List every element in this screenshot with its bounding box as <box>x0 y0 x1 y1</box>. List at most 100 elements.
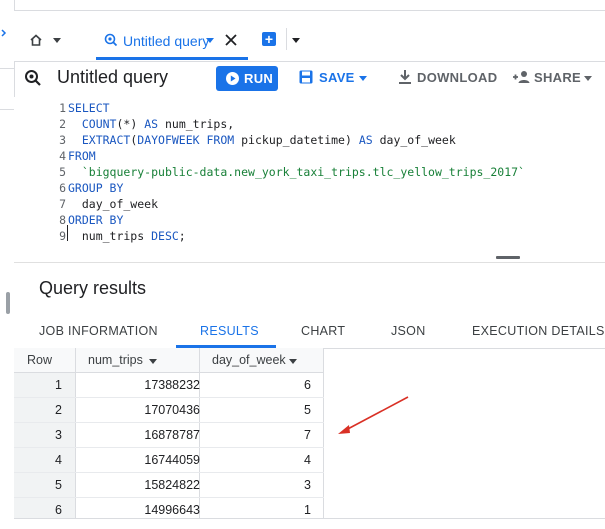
sql-keyword: DESC <box>151 229 179 243</box>
more-tabs-caret-icon[interactable] <box>292 38 300 43</box>
line-number: 8 <box>59 213 66 227</box>
share-dropdown-caret-icon[interactable] <box>584 76 592 81</box>
code-text: `bigquery-public-data.new_york_taxi_trip… <box>68 164 525 180</box>
row-number-cell: 6 <box>55 503 62 517</box>
query-tab-label: Untitled query <box>123 33 210 49</box>
tab-results[interactable]: RESULTS <box>200 324 259 338</box>
num-trips-cell: 14996643 <box>144 503 200 517</box>
row-number-cell: 4 <box>55 453 62 467</box>
code-line[interactable]: 4 FROM <box>14 148 605 164</box>
tab-bar-separator <box>286 28 287 50</box>
sql-keyword: DAYOFWEEK FROM <box>137 133 235 147</box>
tab-chart[interactable]: CHART <box>301 324 345 338</box>
line-number: 2 <box>59 117 66 131</box>
code-line[interactable]: 5 `bigquery-public-data.new_york_taxi_tr… <box>14 164 605 180</box>
tab-execution-details[interactable]: EXECUTION DETAILS <box>472 324 605 338</box>
table-row[interactable]: 5 15824822 3 <box>14 472 324 498</box>
code-line[interactable]: 7 day_of_week <box>14 196 605 212</box>
results-title: Query results <box>39 278 147 298</box>
sql-editor[interactable]: 1 SELECT 2 COUNT(*) AS num_trips, 3 EXTRACT… <box>14 97 605 262</box>
close-icon[interactable] <box>224 33 238 47</box>
home-dropdown-caret-icon[interactable] <box>53 38 61 43</box>
code-text: EXTRACT(DAYOFWEEK FROM pickup_datetime) … <box>68 132 456 148</box>
line-number: 6 <box>59 181 66 195</box>
editor-resize-handle[interactable] <box>496 256 520 259</box>
code-line[interactable]: 3 EXTRACT(DAYOFWEEK FROM pickup_datetime… <box>14 132 605 148</box>
row-number-cell: 5 <box>55 478 62 492</box>
save-label: SAVE <box>319 70 355 85</box>
code-line[interactable]: 8 ORDER BY <box>14 212 605 228</box>
download-label: DOWNLOAD <box>417 70 498 85</box>
sql-keyword: ORDER BY <box>68 213 124 227</box>
share-label: SHARE <box>534 70 582 85</box>
column-menu-caret-icon[interactable] <box>289 359 297 364</box>
tab-menu-caret-icon[interactable] <box>206 38 214 43</box>
sql-text: num_trips <box>68 229 152 243</box>
table-row[interactable]: 2 17070436 5 <box>14 397 324 423</box>
collapse-chevron-icon[interactable] <box>0 26 10 46</box>
column-header-num-trips[interactable]: num_trips <box>88 353 143 367</box>
tab-job-information[interactable]: JOB INFORMATION <box>39 324 158 338</box>
sql-keyword: FROM <box>68 149 96 163</box>
new-tab-plus-icon[interactable]: + <box>262 32 276 46</box>
day-of-week-cell: 3 <box>304 478 311 492</box>
sql-text: (*) <box>116 117 145 131</box>
query-icon <box>104 33 118 47</box>
code-text: SELECT <box>68 100 110 116</box>
sort-caret-icon[interactable] <box>149 359 157 364</box>
row-number-cell: 3 <box>55 428 62 442</box>
num-trips-cell: 16878787 <box>144 428 200 442</box>
table-row[interactable]: 4 16744059 4 <box>14 447 324 473</box>
left-panel-box <box>0 68 15 110</box>
panel-resize-handle[interactable] <box>6 292 10 314</box>
save-icon <box>298 69 314 85</box>
sql-text: day_of_week <box>68 197 159 211</box>
column-header-day-of-week[interactable]: day_of_week <box>212 353 286 367</box>
sql-keyword: AS <box>144 117 159 131</box>
day-of-week-cell: 1 <box>304 503 311 517</box>
run-button[interactable]: RUN <box>216 66 278 91</box>
sql-keyword: COUNT <box>81 117 117 131</box>
day-of-week-cell: 4 <box>304 453 311 467</box>
sql-text: ; <box>178 229 186 243</box>
sql-text: day_of_week <box>372 133 456 147</box>
download-button[interactable]: DOWNLOAD <box>398 69 497 89</box>
code-line[interactable]: 6 GROUP BY <box>14 180 605 196</box>
save-dropdown-caret-icon[interactable] <box>359 76 367 81</box>
code-text: FROM <box>68 148 96 164</box>
download-icon <box>398 69 412 85</box>
code-text: num_trips DESC; <box>68 228 186 244</box>
page-title: Untitled query <box>57 67 169 87</box>
sql-text: num_trips, <box>158 117 235 131</box>
code-text: ORDER BY <box>68 212 123 228</box>
code-text: GROUP BY <box>68 180 123 196</box>
column-header-row: Row <box>27 353 53 367</box>
sql-keyword: AS <box>358 133 373 147</box>
table-row[interactable]: 3 16878787 7 <box>14 422 324 448</box>
line-number: 4 <box>59 149 66 163</box>
code-line[interactable]: 1 SELECT <box>14 100 605 116</box>
sql-keyword: EXTRACT <box>81 133 131 147</box>
code-line[interactable]: 2 COUNT(*) AS num_trips, <box>14 116 605 132</box>
code-line[interactable]: 9 num_trips DESC; <box>14 228 605 244</box>
table-row[interactable]: 1 17388232 6 <box>14 372 324 398</box>
num-trips-cell: 17388232 <box>144 378 200 392</box>
share-button[interactable]: SHARE <box>513 69 593 89</box>
results-bottom-bar <box>14 518 605 529</box>
tab-json[interactable]: JSON <box>391 324 426 338</box>
day-of-week-cell: 5 <box>304 403 311 417</box>
play-icon <box>225 71 240 86</box>
sql-text: pickup_datetime) <box>234 133 359 147</box>
num-trips-cell: 15824822 <box>144 478 200 492</box>
home-icon[interactable] <box>28 32 44 48</box>
day-of-week-cell: 6 <box>304 378 311 392</box>
row-number-cell: 2 <box>55 403 62 417</box>
line-number: 9 <box>59 229 66 243</box>
sql-keyword: SELECT <box>68 101 110 115</box>
sql-table-reference: `bigquery-public-data.new_york_taxi_trip… <box>81 165 525 179</box>
line-number: 7 <box>59 197 66 211</box>
line-number: 1 <box>59 101 66 115</box>
query-editor-icon <box>24 69 42 87</box>
